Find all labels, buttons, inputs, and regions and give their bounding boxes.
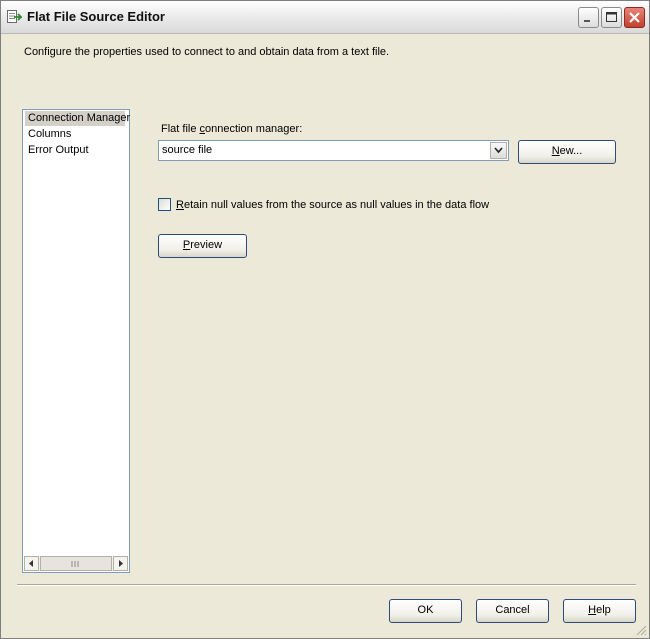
label-text: onnection manager: — [205, 123, 303, 135]
help-button[interactable]: Help — [563, 599, 636, 623]
minimize-button[interactable] — [578, 7, 599, 28]
access-key: H — [588, 604, 597, 616]
retain-nulls-checkbox[interactable] — [158, 198, 171, 211]
close-icon — [629, 12, 640, 23]
access-key: N — [551, 145, 560, 157]
scroll-left-button[interactable] — [24, 556, 39, 571]
dropdown-selected-value: source file — [162, 144, 213, 156]
ok-button[interactable]: OK — [389, 599, 462, 623]
nav-item-label: Columns — [28, 128, 72, 140]
chevron-down-icon — [494, 147, 503, 154]
dialog-window: Flat File Source Editor Configure the pr… — [0, 0, 650, 639]
connection-manager-label: Flat file connection manager: — [161, 123, 302, 135]
button-label: OK — [417, 604, 434, 616]
window-title: Flat File Source Editor — [27, 9, 165, 24]
chevron-left-icon — [29, 560, 33, 567]
label-text: etain null values from the source as nul… — [183, 199, 490, 211]
nav-item-connection-manager[interactable]: Connection Manager — [25, 111, 130, 126]
cancel-button[interactable]: Cancel — [476, 599, 549, 623]
resize-grip-icon[interactable] — [635, 624, 647, 636]
footer-divider — [17, 584, 636, 586]
grip-icon — [71, 561, 79, 567]
button-label: ew... — [559, 145, 583, 157]
scrollbar-thumb[interactable] — [40, 556, 112, 571]
label-text: Flat file — [161, 123, 200, 135]
page-navigation-list[interactable]: Connection Manager Columns Error Output — [22, 109, 130, 573]
close-button[interactable] — [624, 7, 645, 28]
title-bar[interactable]: Flat File Source Editor — [1, 1, 649, 34]
maximize-icon — [606, 12, 617, 22]
scroll-right-button[interactable] — [113, 556, 128, 571]
preview-button[interactable]: Preview — [158, 234, 247, 258]
connection-manager-dropdown[interactable]: source file — [158, 140, 509, 161]
nav-item-label: Connection Manager — [28, 112, 131, 124]
new-connection-button[interactable]: New... — [518, 140, 616, 164]
button-label: review — [190, 239, 223, 251]
nav-item-label: Error Output — [28, 144, 89, 156]
horizontal-scrollbar[interactable] — [24, 556, 128, 571]
chevron-right-icon — [119, 560, 123, 567]
nav-item-error-output[interactable]: Error Output — [25, 143, 125, 158]
maximize-button[interactable] — [601, 7, 622, 28]
minimize-icon — [584, 20, 590, 22]
access-key: R — [176, 199, 184, 211]
button-label: Cancel — [495, 604, 530, 616]
dialog-description: Configure the properties used to connect… — [24, 46, 390, 58]
dropdown-arrow-button[interactable] — [490, 142, 507, 159]
nav-item-columns[interactable]: Columns — [25, 127, 125, 142]
flat-file-source-icon — [6, 9, 24, 25]
retain-nulls-label[interactable]: Retain null values from the source as nu… — [176, 199, 489, 211]
button-label: elp — [596, 604, 611, 616]
